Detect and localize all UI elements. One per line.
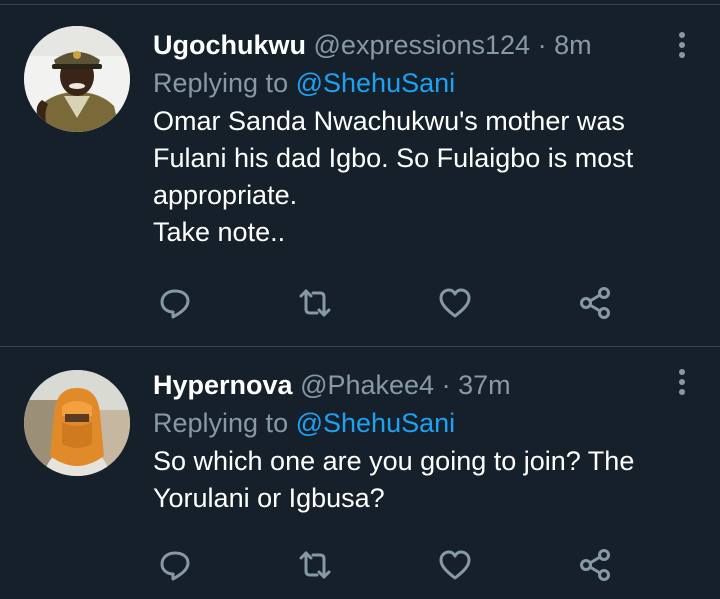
- display-name[interactable]: Hypernova: [153, 370, 293, 400]
- retweet-icon[interactable]: [297, 547, 333, 583]
- replying-to-label: Replying to: [153, 408, 289, 438]
- tweet-content: Hypernova @Phakee4 · 37m Replying to @Sh…: [153, 368, 680, 517]
- user-handle[interactable]: @expressions124: [314, 30, 531, 60]
- share-icon[interactable]: [577, 547, 613, 583]
- tweet-text: So which one are you going to join? The …: [153, 446, 635, 513]
- display-name[interactable]: Ugochukwu: [153, 30, 306, 60]
- replying-to-label: Replying to: [153, 68, 289, 98]
- avatar-image: [24, 26, 130, 132]
- action-bar: [157, 547, 627, 583]
- mention-link[interactable]: @ShehuSani: [296, 408, 456, 438]
- reply-icon[interactable]: [157, 285, 193, 321]
- replying-to: Replying to @ShehuSani: [153, 406, 680, 440]
- tweet-text: Omar Sanda Nwachukwu's mother was Fulani…: [153, 106, 634, 247]
- tweet-header: Hypernova @Phakee4 · 37m: [153, 368, 680, 402]
- tweet[interactable]: Hypernova @Phakee4 · 37m Replying to @Sh…: [0, 347, 720, 599]
- avatar-image: [24, 370, 130, 476]
- user-handle[interactable]: @Phakee4: [300, 370, 434, 400]
- replying-to: Replying to @ShehuSani: [153, 66, 680, 100]
- tweet[interactable]: Ugochukwu @expressions124 · 8m Replying …: [0, 0, 720, 346]
- share-icon[interactable]: [577, 285, 613, 321]
- avatar[interactable]: [24, 26, 130, 132]
- mention-link[interactable]: @ShehuSani: [296, 68, 456, 98]
- reply-feed: Ugochukwu @expressions124 · 8m Replying …: [0, 0, 720, 599]
- reply-icon[interactable]: [157, 547, 193, 583]
- tweet-content: Ugochukwu @expressions124 · 8m Replying …: [153, 28, 680, 251]
- heart-icon[interactable]: [437, 285, 473, 321]
- avatar[interactable]: [24, 370, 130, 476]
- timestamp[interactable]: 37m: [458, 370, 511, 400]
- tweet-header: Ugochukwu @expressions124 · 8m: [153, 28, 680, 62]
- more-vertical-icon[interactable]: [678, 32, 686, 62]
- timestamp[interactable]: 8m: [554, 30, 592, 60]
- retweet-icon[interactable]: [297, 285, 333, 321]
- separator: ·: [537, 30, 547, 60]
- separator: ·: [441, 370, 451, 400]
- more-vertical-icon[interactable]: [678, 369, 686, 399]
- heart-icon[interactable]: [437, 547, 473, 583]
- action-bar: [157, 285, 627, 321]
